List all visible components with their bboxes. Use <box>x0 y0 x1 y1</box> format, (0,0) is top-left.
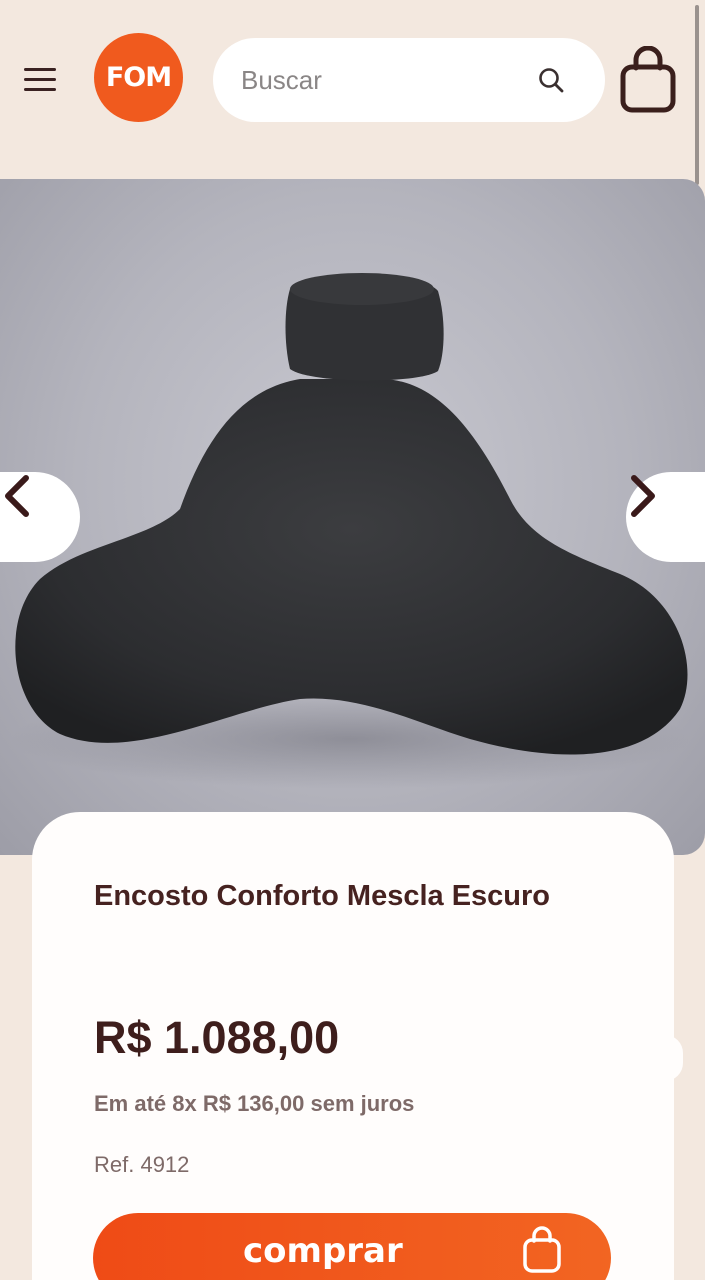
search-input[interactable] <box>241 64 511 96</box>
brand-logo[interactable]: FOM <box>94 33 183 122</box>
buy-button-label: comprar <box>243 1231 403 1271</box>
hamburger-icon-line <box>24 78 56 81</box>
chevron-left-icon <box>5 475 29 517</box>
menu-button[interactable] <box>22 66 58 96</box>
logo-text: FOM <box>105 62 172 93</box>
search-icon[interactable] <box>537 66 567 96</box>
product-reference: Ref. 4912 <box>94 1152 190 1177</box>
hamburger-icon-line <box>24 68 56 71</box>
hamburger-icon-line <box>24 88 56 91</box>
shopping-bag-icon[interactable] <box>618 46 678 114</box>
installments-text: Em até 8x R$ 136,00 sem juros <box>94 1091 415 1116</box>
shopping-bag-icon <box>523 1226 561 1273</box>
buy-button[interactable]: comprar <box>93 1213 611 1280</box>
product-price: R$ 1.088,00 <box>94 1012 340 1063</box>
product-page: FOM Buscar Encosto Conforto Mescla Escur… <box>0 0 705 1280</box>
product-image-carousel <box>0 179 705 855</box>
chevron-right-icon <box>631 475 655 517</box>
product-image <box>10 273 690 789</box>
search-bar[interactable] <box>213 38 605 122</box>
site-header: FOM <box>0 0 705 160</box>
product-info-card: Encosto Conforto Mescla Escuro R$ 1.088,… <box>32 812 674 1280</box>
scrollbar-thumb[interactable] <box>695 5 699 185</box>
product-title: Encosto Conforto Mescla Escuro <box>94 880 551 912</box>
